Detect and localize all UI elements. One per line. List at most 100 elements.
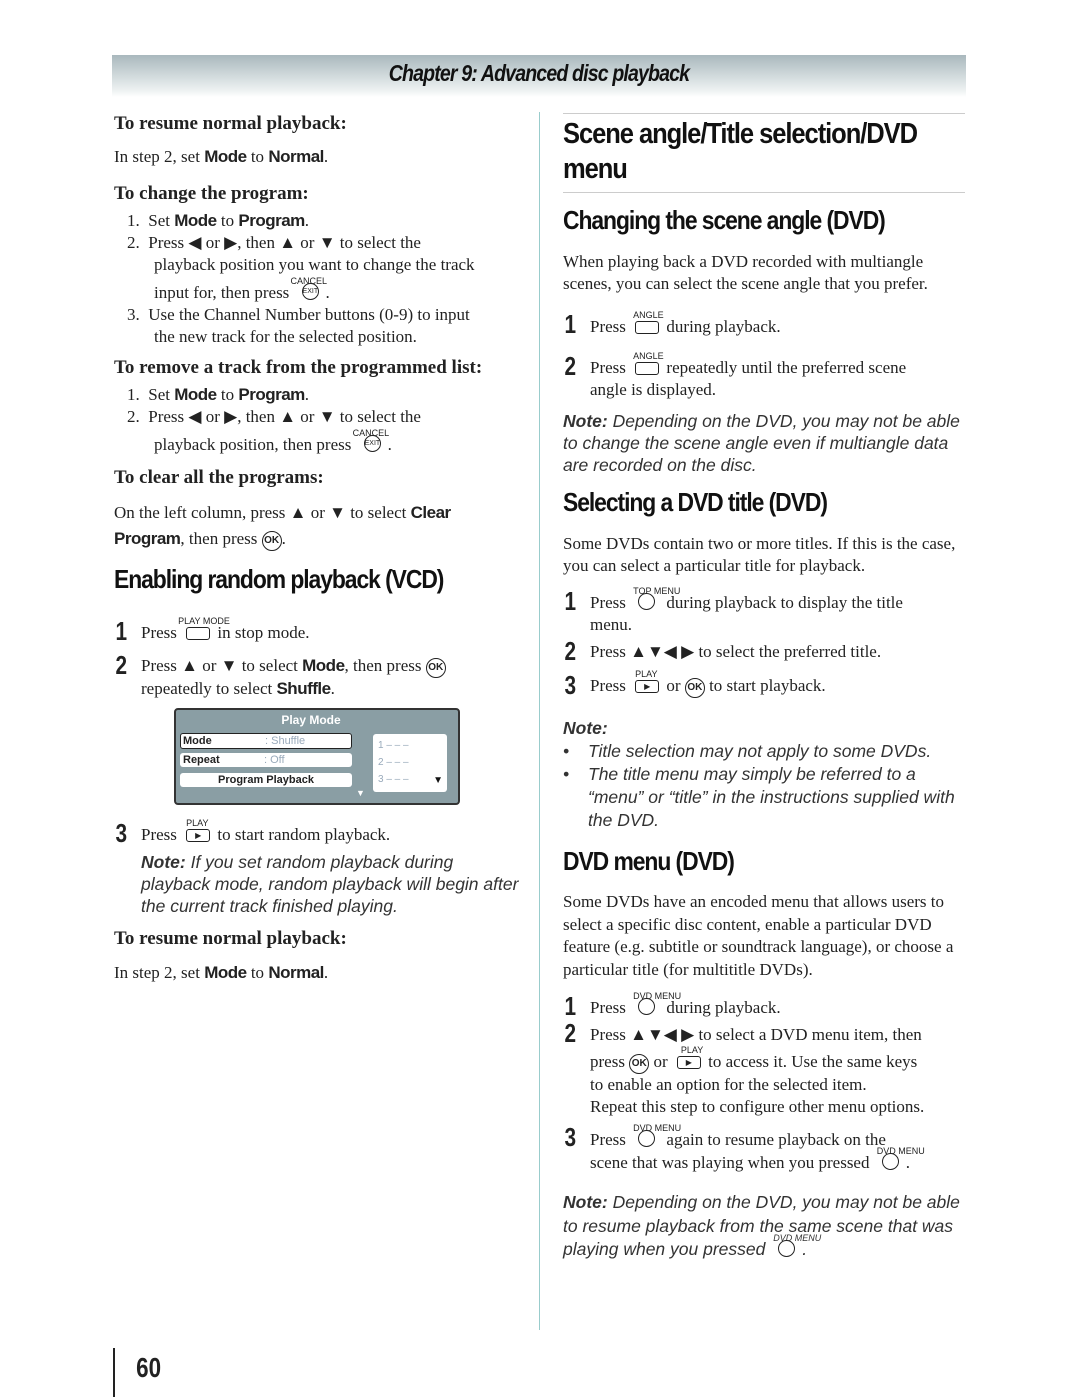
- title-note-bullets: • Title selection may not apply to some D…: [563, 740, 968, 832]
- angle-button-icon: ANGLE: [633, 310, 664, 334]
- text-span: 2 – – –: [378, 757, 409, 768]
- ok-button-icon: OK: [684, 678, 705, 698]
- text-span: Mode: [174, 211, 217, 230]
- text-span: press: [590, 1052, 625, 1071]
- text-span: to access it. Use the same keys: [708, 1052, 918, 1071]
- dvd-step-1: Press DVD MENU during playback.: [590, 991, 781, 1019]
- step-number: 2: [564, 636, 577, 666]
- dvd-menu-button-icon: DVD MENU: [633, 1123, 681, 1147]
- text-span: or: [666, 676, 681, 695]
- title-heading: Selecting a DVD title (DVD): [563, 487, 828, 517]
- play-mode-title: Play Mode: [281, 713, 341, 727]
- text-span: Normal: [268, 963, 324, 982]
- dvd-menu-intro: Some DVDs have an encoded menu that allo…: [563, 892, 954, 979]
- text-span: If you set random playback during playba…: [141, 852, 519, 916]
- text-span: menu.: [590, 615, 633, 634]
- text-span: input for, then press CANCEL EXIT.: [127, 276, 527, 304]
- text-span: 1.: [127, 211, 140, 230]
- text-span: 3.: [127, 305, 140, 324]
- text-span: Shuffle: [276, 679, 331, 698]
- angle-intro: When playing back a DVD recorded with mu…: [563, 252, 928, 293]
- text-span: Depending on the DVD, you may not be abl…: [563, 1192, 960, 1259]
- change-steps: 1. Set Mode to Program. 2. Press ◀ or ▶,…: [127, 210, 527, 348]
- text-span: , then press: [180, 529, 258, 548]
- text-span: 1. Set Mode to Program.: [127, 210, 527, 232]
- text-span: to: [216, 385, 239, 404]
- text-span: Program: [238, 211, 305, 230]
- page-number: 60: [136, 1352, 162, 1383]
- column-divider: [539, 112, 540, 1330]
- text-span: Program: [238, 385, 305, 404]
- step-number: 3: [564, 670, 577, 700]
- text-span: Mode: [174, 385, 217, 404]
- text-span: In step 2, set: [114, 963, 205, 982]
- text-span: repeatedly until the preferred scene: [666, 358, 907, 377]
- text-span: Clear: [410, 503, 452, 522]
- text-span: Use the Channel Number buttons (0-9) to …: [148, 305, 470, 324]
- ok-button-icon: OK: [425, 658, 446, 678]
- dvd-note: Note: Depending on the DVD, you may not …: [563, 1191, 968, 1262]
- step-number: 3: [564, 1122, 577, 1152]
- angle-heading: Changing the scene angle (DVD): [563, 205, 886, 235]
- text-span: , then press: [344, 656, 422, 675]
- text-span: Press: [141, 623, 177, 642]
- title-step-3: Press PLAY ▶ or OK to start playback.: [590, 669, 826, 698]
- text-span: [638, 998, 656, 1015]
- rule: [563, 113, 965, 114]
- program-playback-row: Program Playback: [180, 773, 352, 787]
- text-span: 1.: [127, 385, 140, 404]
- text-span: • The title menu may simply be referred t…: [563, 763, 968, 832]
- ok-button-icon: OK: [261, 531, 282, 551]
- text-span: Repeat: [183, 754, 220, 766]
- text-span: angle is displayed.: [590, 380, 717, 399]
- text-span: • Title selection may not apply to some D…: [563, 740, 968, 763]
- program-list: 1 – – – 2 – – – 3 – – – ▼: [373, 734, 447, 792]
- scroll-down-icon: ▼: [433, 775, 443, 786]
- text-span: Press ▲▼◀ ▶ to select a DVD menu item, t…: [590, 1025, 922, 1044]
- text-span: input for, then press: [154, 283, 290, 302]
- text-span: [635, 362, 660, 375]
- angle-step-2: Press ANGLE repeatedly until the preferr…: [590, 351, 907, 401]
- step-number: 2: [564, 1018, 577, 1048]
- text-span: Press ▲ or ▼ to select: [141, 656, 303, 675]
- text-span: In step 2, set: [114, 147, 205, 166]
- text-span: .: [323, 147, 329, 166]
- play-button-icon: PLAY ▶: [633, 669, 660, 693]
- angle-note: Note: Depending on the DVD, you may not …: [563, 410, 968, 476]
- text-span: to: [246, 963, 269, 982]
- text-span: : Off: [264, 754, 285, 766]
- text-span: ▶: [635, 680, 660, 693]
- scroll-down-icon: ▼: [356, 788, 365, 798]
- text-span: [635, 321, 660, 334]
- text-span: Press: [590, 317, 626, 336]
- chapter-title: Chapter 9: Advanced disc playback: [388, 60, 690, 86]
- text-span: EXIT: [363, 435, 381, 452]
- text-span: again to resume playback on the: [666, 1130, 886, 1149]
- clear-text: On the left column, press ▲ or ▼ to sele…: [114, 500, 514, 552]
- text-span: Mode: [204, 963, 247, 982]
- text-span: or: [653, 1052, 668, 1071]
- text-span: Set: [148, 211, 175, 230]
- remove-steps: 1. Set Mode to Program. 2. Press ◀ or ▶,…: [127, 384, 527, 456]
- text-span: press OK or PLAY ▶ to access it. Use the …: [590, 1045, 970, 1074]
- text-span: ▶: [676, 1056, 701, 1069]
- text-span: Press: [590, 1130, 626, 1149]
- random-heading: Enabling random playback (VCD): [114, 564, 444, 594]
- resume-text: In step 2, set Mode to Normal.: [114, 146, 328, 168]
- random-step-1: Press PLAY MODE in stop mode.: [141, 616, 310, 644]
- text-span: 2.: [127, 407, 140, 426]
- text-span: playback position, then press CANCEL EXIT…: [127, 428, 527, 456]
- manual-page: Chapter 9: Advanced disc playback To res…: [0, 0, 1080, 1397]
- step-number: 1: [564, 586, 577, 616]
- dvd-menu-heading: DVD menu (DVD): [563, 846, 735, 876]
- text-span: 2. Press ◀ or ▶, then ▲ or ▼ to select t…: [127, 406, 527, 428]
- page-number-rule: [113, 1348, 115, 1397]
- text-span: 1 – – –: [378, 740, 409, 751]
- text-span: .: [323, 963, 329, 982]
- text-span: 1. Set Mode to Program.: [127, 384, 527, 406]
- text-span: .: [304, 211, 310, 230]
- text-span: Press: [141, 825, 177, 844]
- dvd-menu-button-icon: DVD MENU: [877, 1146, 925, 1170]
- step-number: 1: [115, 616, 128, 646]
- text-span: scene that was playing when you pressed: [590, 1153, 870, 1172]
